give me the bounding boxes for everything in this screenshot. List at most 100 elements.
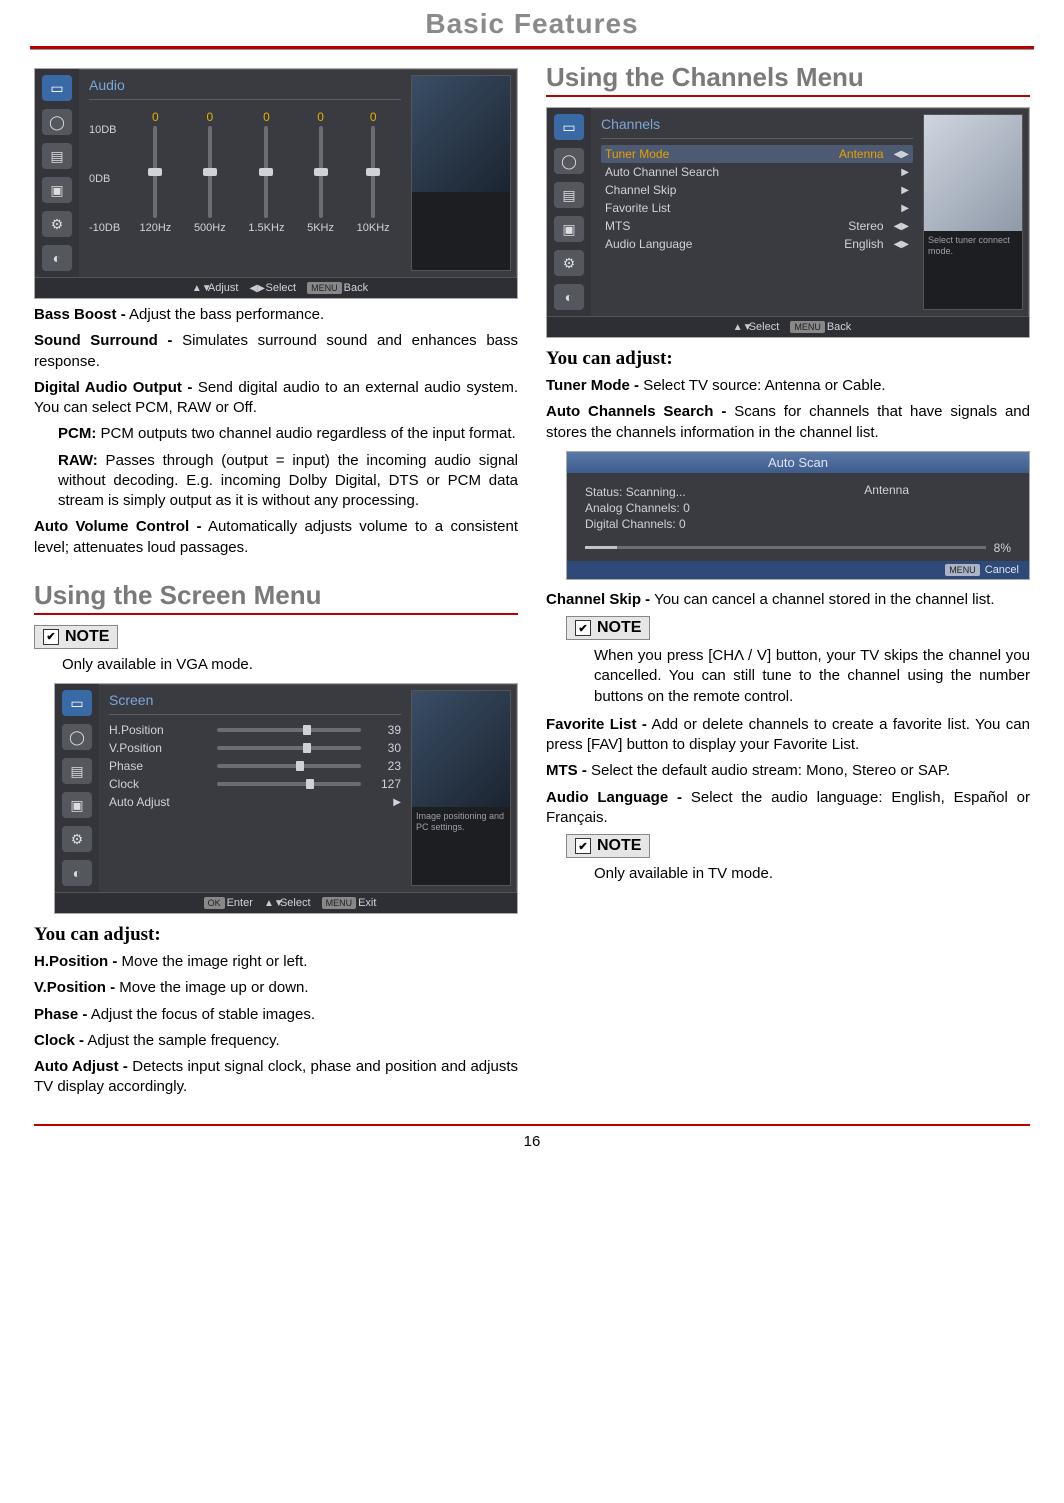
equalizer: 10DB 0DB -10DB 0 120Hz0 500Hz0 1.5KHz0 5… (89, 106, 401, 236)
row-value: Antenna (839, 147, 884, 161)
pc-icon[interactable]: ▣ (62, 792, 92, 818)
audio-icon[interactable]: ◯ (62, 724, 92, 750)
note-text: Only available in VGA mode. (62, 655, 518, 675)
eq-freq-label: 1.5KHz (248, 222, 284, 234)
label: Bass Boost - (34, 306, 126, 323)
body-text: Adjust the sample frequency. (84, 1032, 280, 1049)
note-text: Only available in TV mode. (594, 864, 1030, 884)
note-box: ✔NOTE Only available in VGA mode. (34, 625, 518, 675)
menu-row[interactable]: V.Position 30 (109, 739, 401, 757)
scan-status: Status: Scanning... (585, 485, 1011, 499)
osd-heading: Audio (89, 75, 401, 99)
menu-row[interactable]: Favorite List ▶ (601, 199, 913, 217)
osd-icon-column: ▭ ◯ ▤ ▣ ⚙ ◐ (547, 108, 591, 316)
menu-row[interactable]: Auto Adjust ▶ (109, 793, 401, 811)
eq-value: 0 (263, 110, 270, 124)
sub-heading: You can adjust: (34, 924, 518, 946)
eq-slider[interactable]: 0 500Hz (194, 110, 226, 234)
menu-row[interactable]: Tuner Mode Antenna ◀▶ (601, 145, 913, 163)
audio-osd: ▭ ◯ ▤ ▣ ⚙ ◐ Audio 10DB 0DB -10DB (34, 68, 518, 299)
audio-icon[interactable]: ◯ (42, 109, 72, 135)
eq-slider[interactable]: 0 1.5KHz (248, 110, 284, 234)
settings-icon[interactable]: ⚙ (554, 250, 584, 276)
arrow-icon: ◀▶ (894, 221, 909, 232)
label: Clock - (34, 1032, 84, 1049)
lock-icon[interactable]: ◐ (42, 245, 72, 271)
row-label: MTS (605, 219, 630, 233)
row-label: Favorite List (605, 201, 670, 215)
picture-icon[interactable]: ▭ (554, 114, 584, 140)
row-label: Clock (109, 777, 209, 791)
eq-slider[interactable]: 0 5KHz (307, 110, 334, 234)
slider[interactable] (217, 746, 361, 750)
row-label: Auto Channel Search (605, 165, 719, 179)
audio-icon[interactable]: ◯ (554, 148, 584, 174)
eq-freq-label: 5KHz (307, 222, 334, 234)
slider[interactable] (217, 782, 361, 786)
scan-source: Antenna (864, 483, 909, 497)
eq-slider[interactable]: 0 10KHz (357, 110, 390, 234)
footer-label: Back (344, 282, 368, 294)
eq-value: 0 (206, 110, 213, 124)
row-value: 39 (369, 723, 401, 737)
menu-row[interactable]: H.Position 39 (109, 721, 401, 739)
progress-bar (585, 546, 986, 549)
label: MTS - (546, 762, 587, 779)
autoscan-footer: MENU Cancel (567, 561, 1029, 579)
preview-text: Select tuner connect mode. (924, 231, 1022, 261)
arrow-icon: ▶ (901, 185, 909, 196)
thin-rule (30, 49, 1034, 50)
label: Audio Language - (546, 789, 682, 806)
osd-heading: Channels (601, 114, 913, 138)
eq-slider[interactable]: 0 120Hz (140, 110, 172, 234)
menu-key-icon: MENU (307, 282, 342, 294)
progress-percent: 8% (994, 541, 1011, 555)
pc-icon[interactable]: ▣ (554, 216, 584, 242)
settings-icon[interactable]: ⚙ (62, 826, 92, 852)
arrow-icon: ▶ (901, 203, 909, 214)
picture-icon[interactable]: ▭ (42, 75, 72, 101)
label: Sound Surround - (34, 332, 172, 349)
menu-row[interactable]: Phase 23 (109, 757, 401, 775)
autoscan-title: Auto Scan (567, 452, 1029, 473)
arrow-icon: ◀▶ (894, 149, 909, 160)
pc-icon[interactable]: ▣ (42, 177, 72, 203)
lock-icon[interactable]: ◐ (554, 284, 584, 310)
cancel-label[interactable]: Cancel (985, 564, 1019, 576)
menu-row[interactable]: Channel Skip ▶ (601, 181, 913, 199)
row-label: Tuner Mode (605, 147, 669, 161)
sub-heading: You can adjust: (546, 348, 1030, 370)
menu-key-icon: MENU (322, 897, 357, 909)
osd-icon-column: ▭ ◯ ▤ ▣ ⚙ ◐ (55, 684, 99, 892)
eq-value: 0 (152, 110, 159, 124)
menu-row[interactable]: Audio Language English ◀▶ (601, 235, 913, 253)
note-label: NOTE (597, 837, 641, 855)
picture-icon[interactable]: ▭ (62, 690, 92, 716)
updown-icon: ▲▼ (733, 322, 747, 332)
footer-label: Enter (227, 897, 253, 909)
updown-icon: ▲▼ (264, 898, 278, 908)
screen-osd: ▭ ◯ ▤ ▣ ⚙ ◐ Screen H.Position 39V.Positi… (54, 683, 518, 914)
scan-digital: Digital Channels: 0 (585, 517, 1011, 531)
menu-row[interactable]: MTS Stereo ◀▶ (601, 217, 913, 235)
footer-label: Adjust (208, 282, 239, 294)
body-text: Select TV source: Antenna or Cable. (639, 377, 886, 394)
osd-preview (411, 75, 511, 271)
label: Tuner Mode - (546, 377, 639, 394)
channel-icon[interactable]: ▤ (42, 143, 72, 169)
settings-icon[interactable]: ⚙ (42, 211, 72, 237)
leftright-icon: ◀▶ (250, 283, 264, 293)
body-text: Adjust the bass performance. (126, 306, 324, 323)
eq-value: 0 (317, 110, 324, 124)
menu-row[interactable]: Clock 127 (109, 775, 401, 793)
slider[interactable] (217, 764, 361, 768)
channel-icon[interactable]: ▤ (554, 182, 584, 208)
lock-icon[interactable]: ◐ (62, 860, 92, 886)
note-label: NOTE (597, 619, 641, 637)
body-text: PCM outputs two channel audio regardless… (96, 425, 515, 442)
menu-row[interactable]: Auto Channel Search ▶ (601, 163, 913, 181)
channel-icon[interactable]: ▤ (62, 758, 92, 784)
slider[interactable] (217, 728, 361, 732)
body-text: Select the default audio stream: Mono, S… (587, 762, 950, 779)
channels-osd: ▭ ◯ ▤ ▣ ⚙ ◐ Channels Tuner Mode Antenna … (546, 107, 1030, 338)
